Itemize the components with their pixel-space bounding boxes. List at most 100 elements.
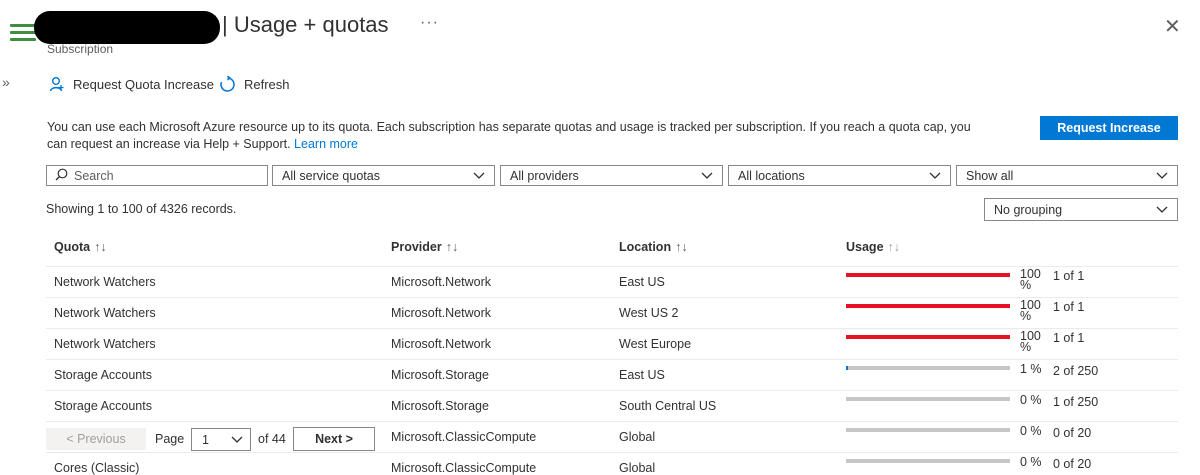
location-cell: South Central US (619, 399, 717, 413)
row-divider (46, 328, 1178, 329)
chevron-down-icon (230, 433, 244, 448)
request-quota-increase-button[interactable]: Request Quota Increase (49, 74, 214, 94)
column-header-location[interactable]: Location ↑↓ (619, 240, 688, 254)
previous-page-button[interactable]: < Previous (46, 428, 146, 450)
locations-value: All locations (738, 168, 805, 183)
provider-cell: Microsoft.Network (391, 306, 492, 320)
location-cell: Global (619, 461, 656, 475)
page-select-value: 1 (202, 432, 209, 447)
providers-value: All providers (510, 168, 579, 183)
expand-sidebar-icon[interactable]: » (2, 74, 10, 90)
provider-cell: Microsoft.ClassicCompute (391, 461, 537, 475)
usage-bar (846, 459, 1010, 463)
search-input[interactable]: Search (46, 165, 268, 186)
sort-icon: ↑↓ (445, 240, 459, 254)
page-label: Page (155, 432, 185, 446)
sort-icon: ↑↓ (887, 240, 901, 254)
next-page-button[interactable]: Next > (293, 427, 375, 451)
chevron-down-icon (472, 169, 486, 184)
page-select[interactable]: 1 (191, 428, 251, 451)
provider-cell: Microsoft.Network (391, 275, 492, 289)
providers-dropdown[interactable]: All providers (500, 165, 723, 186)
show-dropdown[interactable]: Show all (956, 165, 1178, 186)
provider-cell: Microsoft.ClassicCompute (391, 430, 537, 444)
column-header-provider[interactable]: Provider ↑↓ (391, 240, 458, 254)
request-quota-increase-label: Request Quota Increase (73, 76, 214, 92)
row-divider (46, 421, 1178, 422)
usage-bar (846, 335, 1010, 339)
usage-bar (846, 304, 1010, 308)
usage-count: 0 of 20 (1053, 426, 1092, 440)
info-description: You can use each Microsoft Azure resourc… (47, 120, 971, 151)
usage-percent: 100 % (1020, 267, 1041, 292)
location-cell: West Europe (619, 337, 692, 351)
usage-count: 1 of 1 (1053, 269, 1085, 283)
grouping-value: No grouping (994, 202, 1063, 217)
quota-cell: Storage Accounts (54, 368, 152, 382)
refresh-icon (219, 75, 236, 93)
show-value: Show all (966, 168, 1014, 183)
usage-bar-fill (846, 273, 1010, 277)
grouping-dropdown[interactable]: No grouping (984, 198, 1178, 221)
usage-count: 1 of 1 (1053, 300, 1085, 314)
usage-bar (846, 397, 1010, 401)
records-count: Showing 1 to 100 of 4326 records. (46, 202, 237, 216)
location-cell: East US (619, 275, 665, 289)
column-header-usage[interactable]: Usage ↑↓ (846, 240, 900, 254)
row-divider (46, 452, 1178, 453)
search-icon (55, 168, 68, 184)
column-header-label: Quota (54, 240, 91, 254)
chevron-down-icon (928, 169, 942, 184)
close-icon[interactable]: ✕ (1164, 14, 1181, 39)
sort-icon: ↑↓ (675, 240, 688, 254)
refresh-button[interactable]: Refresh (219, 74, 290, 94)
quota-cell: Cores (Classic) (54, 461, 140, 475)
request-increase-button[interactable]: Request Increase (1040, 116, 1178, 140)
usage-bar (846, 273, 1010, 277)
chevron-down-icon (700, 169, 714, 184)
more-options-icon[interactable]: ··· (420, 14, 439, 32)
row-divider (46, 390, 1178, 391)
locations-dropdown[interactable]: All locations (728, 165, 951, 186)
menu-icon[interactable] (10, 24, 36, 44)
quota-cell: Network Watchers (54, 275, 156, 289)
usage-count: 1 of 250 (1053, 395, 1099, 409)
row-divider (46, 266, 1178, 267)
usage-count: 0 of 20 (1053, 457, 1092, 471)
learn-more-link[interactable]: Learn more (294, 137, 358, 151)
usage-bar-fill (846, 335, 1010, 339)
row-divider (46, 359, 1178, 360)
column-header-label: Provider (391, 240, 442, 254)
quota-cell: Network Watchers (54, 306, 156, 320)
provider-cell: Microsoft.Storage (391, 399, 489, 413)
location-cell: Global (619, 430, 656, 444)
service-quotas-value: All service quotas (282, 168, 380, 183)
person-icon (49, 76, 65, 92)
page-subtitle: Subscription (47, 42, 114, 56)
chevron-down-icon (1155, 203, 1169, 218)
usage-percent: 100 % (1020, 329, 1041, 354)
column-header-quota[interactable]: Quota ↑↓ (54, 240, 107, 254)
chevron-down-icon (1155, 169, 1169, 184)
page-title: | Usage + quotas (222, 12, 389, 37)
usage-count: 2 of 250 (1053, 364, 1099, 378)
redacted-subscription-name (34, 11, 220, 44)
quota-cell: Storage Accounts (54, 399, 152, 413)
usage-bar (846, 428, 1010, 432)
usage-bar-fill (846, 304, 1010, 308)
refresh-label: Refresh (244, 76, 290, 92)
usage-bar (846, 366, 1010, 370)
row-divider (46, 297, 1178, 298)
info-text: You can use each Microsoft Azure resourc… (47, 119, 987, 153)
sort-icon: ↑↓ (94, 240, 107, 254)
usage-bar-fill (846, 366, 848, 370)
column-header-label: Location (619, 240, 672, 254)
usage-count: 1 of 1 (1053, 331, 1085, 345)
provider-cell: Microsoft.Network (391, 337, 492, 351)
search-placeholder: Search (74, 168, 114, 183)
quota-cell: Network Watchers (54, 337, 156, 351)
provider-cell: Microsoft.Storage (391, 368, 489, 382)
column-header-label: Usage (846, 240, 884, 254)
usage-percent: 100 % (1020, 298, 1041, 323)
service-quotas-dropdown[interactable]: All service quotas (272, 165, 495, 186)
